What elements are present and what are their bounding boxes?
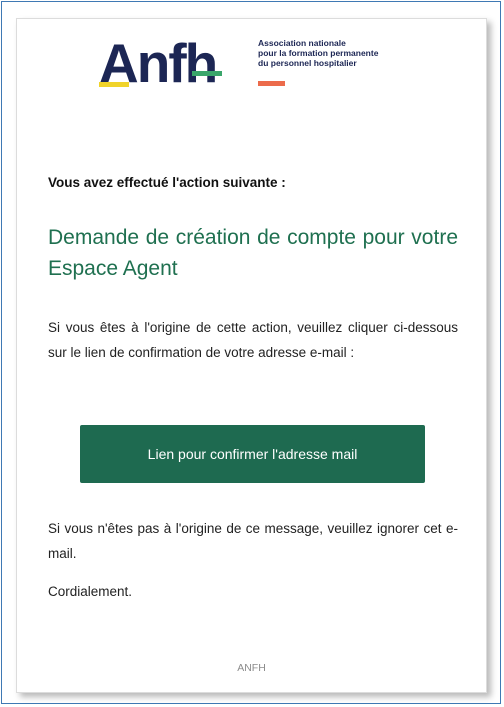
instruction-text: Si vous êtes à l'origine de cette action… <box>48 320 458 360</box>
logo-tagline: Association nationale pour la formation … <box>258 38 423 68</box>
intro-text: Vous avez effectué l'action suivante : <box>48 175 286 190</box>
closing-text: Cordialement. <box>48 584 133 599</box>
anfh-logo: Anfh Association nationale pour la forma… <box>99 33 419 95</box>
ignore-notice-text: Si vous n'êtes pas à l'origine de ce mes… <box>48 521 458 561</box>
logo-tagline-line: pour la formation permanente <box>258 48 379 58</box>
logo-tagline-line: Association nationale <box>258 38 346 48</box>
logo-orange-bar <box>258 81 285 86</box>
email-footer: ANFH <box>237 662 266 674</box>
action-headline: Demande de création de compte pour votre… <box>48 226 458 280</box>
screenshot-frame: Anfh Association nationale pour la forma… <box>1 1 501 704</box>
email-card: Anfh Association nationale pour la forma… <box>16 18 487 693</box>
logo-tagline-line: du personnel hospitalier <box>258 58 357 68</box>
logo-yellow-bar <box>99 82 129 87</box>
logo-green-bar <box>192 71 222 76</box>
confirm-email-button[interactable]: Lien pour confirmer l'adresse mail <box>80 425 425 483</box>
